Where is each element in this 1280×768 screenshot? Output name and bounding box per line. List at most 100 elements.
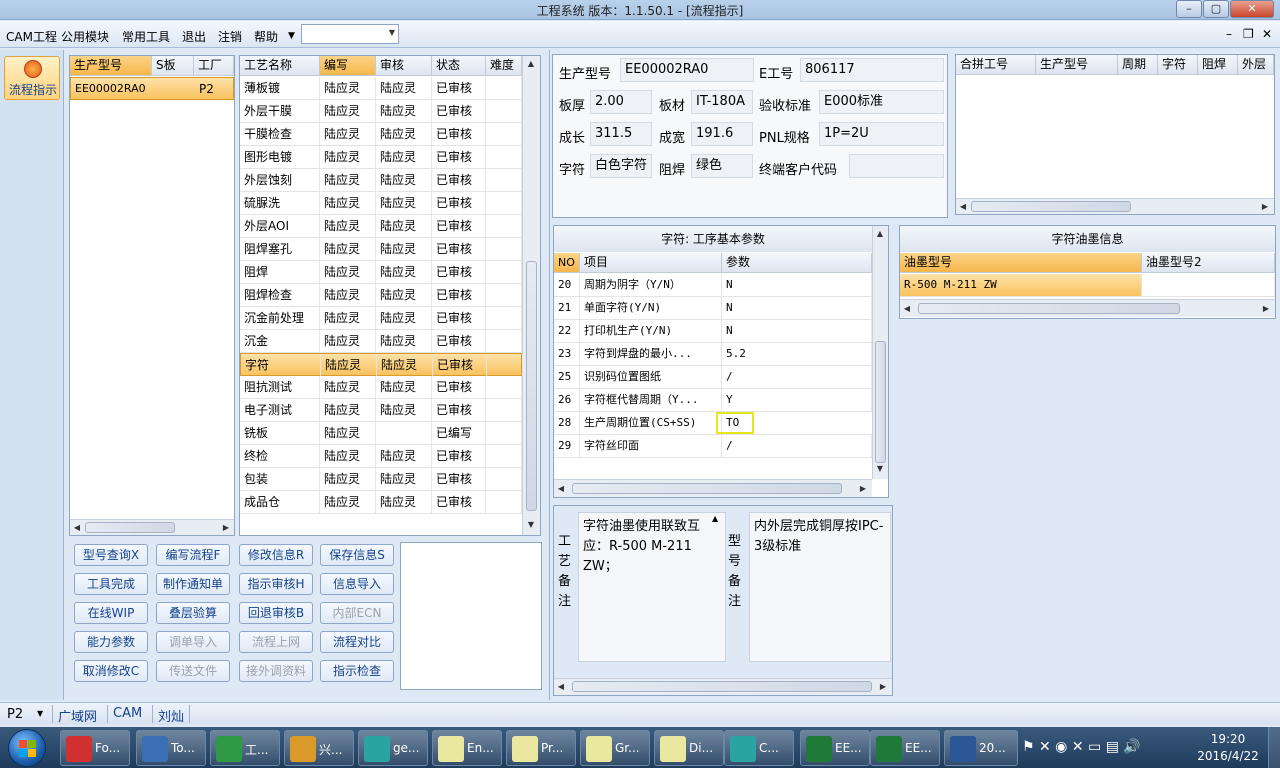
- combo-dropdown-icon[interactable]: ▼: [389, 28, 395, 37]
- scroll-up-icon[interactable]: ▲: [525, 59, 537, 68]
- action-button[interactable]: 回退审核B: [239, 602, 313, 624]
- process-row[interactable]: 成品仓 陆应灵 陆应灵 已审核: [240, 491, 522, 514]
- action-button[interactable]: 能力参数: [74, 631, 148, 653]
- param-row[interactable]: 23 字符到焊盘的最小... 5.2: [554, 343, 872, 366]
- param-row[interactable]: 26 字符框代替周期（Y... Y: [554, 389, 872, 412]
- len-field[interactable]: 311.5: [590, 122, 652, 146]
- action-button[interactable]: 工具完成: [74, 573, 148, 595]
- header-merge-char[interactable]: 字符: [1158, 55, 1198, 75]
- clock-time[interactable]: 19:20: [1197, 732, 1259, 746]
- menu-logout[interactable]: 注销: [218, 28, 242, 45]
- action-button[interactable]: 在线WIP: [74, 602, 148, 624]
- scroll-right-icon[interactable]: ▶: [1260, 304, 1272, 313]
- scroll-left-icon[interactable]: ◀: [901, 304, 913, 313]
- action-button[interactable]: 指示检查: [320, 660, 394, 682]
- process-row[interactable]: 干膜检查 陆应灵 陆应灵 已审核: [240, 123, 522, 146]
- pnl-field[interactable]: 1P=2U: [819, 122, 944, 146]
- status-factory[interactable]: P2: [7, 707, 23, 722]
- header-merge-mask[interactable]: 阻焊: [1198, 55, 1238, 75]
- header-model[interactable]: 生产型号: [70, 56, 152, 76]
- header-reviewer[interactable]: 审核: [376, 56, 432, 76]
- help-dropdown-icon[interactable]: ▼: [288, 31, 295, 41]
- scroll-left-icon[interactable]: ◀: [957, 202, 969, 211]
- merge-hscroll[interactable]: ◀ ▶: [956, 198, 1274, 214]
- header-writer[interactable]: 编写: [320, 56, 376, 76]
- factory-dropdown-icon[interactable]: ▼: [37, 709, 43, 718]
- mdi-minimize-icon[interactable]: –: [1226, 27, 1232, 41]
- model-note-text[interactable]: 内外层完成铜厚按IPC-3级标准: [749, 512, 891, 662]
- action-button[interactable]: 型号查询X: [74, 544, 148, 566]
- mask-field[interactable]: 绿色: [691, 154, 753, 178]
- header-item[interactable]: 项目: [580, 253, 722, 273]
- start-button[interactable]: [8, 729, 46, 767]
- process-row[interactable]: 薄板镀 陆应灵 陆应灵 已审核: [240, 77, 522, 100]
- process-row[interactable]: 阻焊 陆应灵 陆应灵 已审核: [240, 261, 522, 284]
- menu-tools[interactable]: 常用工具: [122, 28, 170, 45]
- param-row[interactable]: 20 周期为阴字（Y/N） N: [554, 274, 872, 297]
- job-field[interactable]: 806117: [800, 58, 944, 82]
- taskbar-item[interactable]: Di...: [654, 730, 724, 766]
- taskbar-item[interactable]: To...: [136, 730, 206, 766]
- action-button[interactable]: 制作通知单: [156, 573, 230, 595]
- scroll-up-icon[interactable]: ▲: [712, 514, 718, 523]
- scroll-up-icon[interactable]: ▲: [874, 229, 886, 238]
- scroll-right-icon[interactable]: ▶: [877, 682, 889, 691]
- param-row[interactable]: 21 单面字符(Y/N) N: [554, 297, 872, 320]
- action-button[interactable]: 流程上网: [239, 631, 313, 653]
- clock-date[interactable]: 2016/4/22: [1193, 749, 1263, 763]
- mdi-restore-icon[interactable]: ❐: [1243, 27, 1254, 41]
- scroll-left-icon[interactable]: ◀: [555, 484, 567, 493]
- scroll-right-icon[interactable]: ▶: [857, 484, 869, 493]
- process-row[interactable]: 电子测试 陆应灵 陆应灵 已审核: [240, 399, 522, 422]
- process-row[interactable]: 阻焊检查 陆应灵 陆应灵 已审核: [240, 284, 522, 307]
- ink-hscroll[interactable]: ◀ ▶: [900, 299, 1275, 317]
- scroll-left-icon[interactable]: ◀: [71, 523, 83, 532]
- header-merge-job[interactable]: 合拼工号: [956, 55, 1036, 75]
- show-desktop-button[interactable]: [1268, 727, 1280, 768]
- param-row[interactable]: 22 打印机生产(Y/N) N: [554, 320, 872, 343]
- header-factory[interactable]: 工厂: [194, 56, 234, 76]
- param-vscroll[interactable]: ▲ ▼: [872, 226, 888, 479]
- menu-exit[interactable]: 退出: [182, 28, 206, 45]
- taskbar-item[interactable]: Pr...: [506, 730, 576, 766]
- header-difficulty[interactable]: 难度: [486, 56, 522, 76]
- param-row[interactable]: 29 字符丝印面 /: [554, 435, 872, 458]
- header-merge-cycle[interactable]: 周期: [1118, 55, 1158, 75]
- header-ink[interactable]: 油墨型号: [900, 253, 1142, 273]
- ink-row[interactable]: R-500 M-211 ZW: [900, 274, 1275, 297]
- taskbar-item[interactable]: Fo...: [60, 730, 130, 766]
- maximize-button[interactable]: ▢: [1203, 0, 1229, 18]
- process-row[interactable]: 图形电镀 陆应灵 陆应灵 已审核: [240, 146, 522, 169]
- process-row[interactable]: 硫脲洗 陆应灵 陆应灵 已审核: [240, 192, 522, 215]
- param-hscroll[interactable]: ◀ ▶: [554, 479, 872, 497]
- process-note-text[interactable]: 字符油墨使用联致互应：R-500 M-211 ZW；: [578, 512, 726, 662]
- action-button[interactable]: 指示审核H: [239, 573, 313, 595]
- header-no[interactable]: NO: [554, 253, 580, 273]
- param-row[interactable]: 28 生产周期位置(CS+SS) TO: [554, 412, 872, 435]
- product-hscroll[interactable]: ◀ ▶: [70, 519, 234, 535]
- process-row[interactable]: 阻焊塞孔 陆应灵 陆应灵 已审核: [240, 238, 522, 261]
- action-button[interactable]: 编写流程F: [156, 544, 230, 566]
- process-row[interactable]: 外层干膜 陆应灵 陆应灵 已审核: [240, 100, 522, 123]
- taskbar-item[interactable]: En...: [432, 730, 502, 766]
- taskbar-item[interactable]: 20...: [944, 730, 1018, 766]
- scroll-down-icon[interactable]: ▼: [525, 520, 537, 529]
- process-row[interactable]: 包装 陆应灵 陆应灵 已审核: [240, 468, 522, 491]
- process-row[interactable]: 字符 陆应灵 陆应灵 已审核: [240, 353, 523, 376]
- process-row[interactable]: 铣板 陆应灵 已编写: [240, 422, 522, 445]
- notes-hscroll[interactable]: ◀ ▶: [554, 678, 892, 695]
- material-field[interactable]: IT-180A: [691, 90, 753, 114]
- action-button[interactable]: 接外调资料: [239, 660, 313, 682]
- scroll-down-icon[interactable]: ▼: [874, 464, 886, 473]
- action-button[interactable]: 流程对比: [320, 631, 394, 653]
- process-row[interactable]: 沉金前处理 陆应灵 陆应灵 已审核: [240, 307, 522, 330]
- wid-field[interactable]: 191.6: [691, 122, 753, 146]
- menu-help[interactable]: 帮助: [254, 28, 278, 45]
- thick-field[interactable]: 2.00: [590, 90, 652, 114]
- process-row[interactable]: 外层AOI 陆应灵 陆应灵 已审核: [240, 215, 522, 238]
- process-row[interactable]: 阻抗测试 陆应灵 陆应灵 已审核: [240, 376, 522, 399]
- minimize-button[interactable]: –: [1176, 0, 1202, 18]
- taskbar-item[interactable]: EE...: [800, 730, 870, 766]
- action-button[interactable]: 传送文件: [156, 660, 230, 682]
- menu-common[interactable]: 公用模块: [61, 28, 109, 45]
